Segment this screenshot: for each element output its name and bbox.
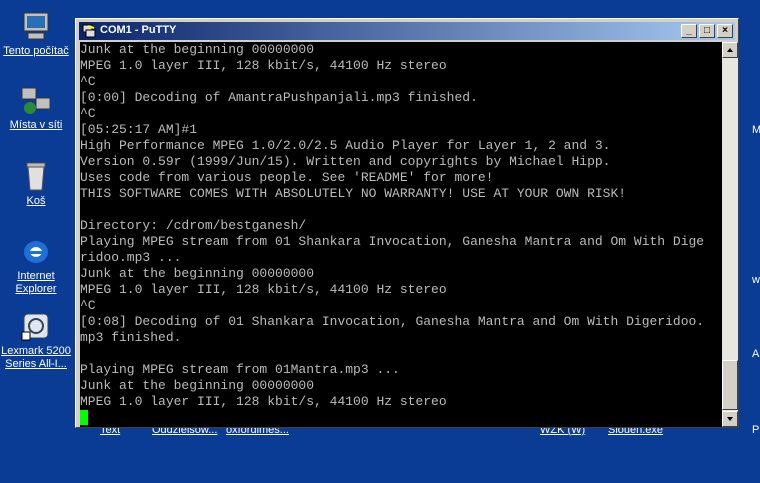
desktop-edge-label: P — [752, 424, 760, 436]
terminal-line: Directory: /cdrom/bestganesh/ — [80, 218, 307, 233]
desktop-icon-label: Lexmark 5200 Series All-I... — [1, 345, 71, 370]
putty-window[interactable]: COM1 - PuTTY _ □ × Junk at the beginning… — [75, 18, 739, 428]
terminal-area[interactable]: Junk at the beginning 00000000 MPEG 1.0 l… — [80, 42, 722, 427]
desktop-icon-label: Tento počítač — [3, 45, 69, 57]
internet-explorer-icon — [20, 235, 52, 267]
terminal-line: mp3 finished. — [80, 330, 182, 345]
terminal-line: MPEG 1.0 layer III, 128 kbit/s, 44100 Hz… — [80, 394, 447, 409]
terminal-line: Uses code from various people. See 'READ… — [80, 170, 494, 185]
terminal-line: Junk at the beginning 00000000 — [80, 42, 315, 57]
printer-shortcut-icon — [20, 310, 52, 342]
desktop-icon-label: Internet Explorer — [15, 270, 57, 295]
desktop-edge-label: A — [752, 348, 760, 360]
terminal-line: [0:08] Decoding of 01 Shankara Invocatio… — [80, 314, 705, 329]
terminal-line: MPEG 1.0 layer III, 128 kbit/s, 44100 Hz… — [80, 58, 447, 73]
terminal-cursor — [80, 410, 88, 425]
desktop-icon-internet-explorer[interactable]: Internet Explorer — [0, 235, 72, 296]
desktop-icon-network-places[interactable]: Místa v síti — [0, 84, 72, 132]
terminal-line: Version 0.59r (1999/Jun/15). Written and… — [80, 154, 611, 169]
computer-icon — [20, 10, 52, 42]
down-arrow-icon — [727, 417, 733, 421]
terminal-line: Junk at the beginning 00000000 — [80, 266, 315, 281]
desktop-edge-label: w — [752, 274, 760, 286]
terminal-line: High Performance MPEG 1.0/2.0/2.5 Audio … — [80, 138, 611, 153]
minimize-button[interactable]: _ — [681, 24, 697, 38]
terminal-line: ^C — [80, 298, 96, 313]
terminal-line: THIS SOFTWARE COMES WITH ABSOLUTELY NO W… — [80, 186, 627, 201]
network-places-icon — [20, 84, 52, 116]
window-title: COM1 - PuTTY — [100, 24, 177, 36]
terminal-line: ridoo.mp3 ... — [80, 250, 182, 265]
title-bar[interactable]: COM1 - PuTTY _ □ × — [79, 22, 735, 40]
terminal-line: [05:25:17 AM]#1 — [80, 122, 198, 137]
maximize-button[interactable]: □ — [699, 24, 715, 38]
desktop-icon-label: Koš — [26, 195, 46, 207]
putty-app-icon — [82, 24, 96, 38]
terminal-line: Playing MPEG stream from 01 Shankara Inv… — [80, 234, 705, 249]
recycle-bin-icon — [20, 160, 52, 192]
terminal-line: [0:00] Decoding of AmantraPushpanjali.mp… — [80, 90, 478, 105]
vertical-scrollbar[interactable] — [722, 42, 738, 427]
desktop-icon-recycle-bin[interactable]: Koš — [0, 160, 72, 208]
terminal-prompt-line — [80, 410, 722, 426]
terminal-line: ^C — [80, 74, 96, 89]
up-arrow-icon — [727, 48, 733, 52]
close-button[interactable]: × — [717, 24, 733, 38]
desktop-icon-lexmark[interactable]: Lexmark 5200 Series All-I... — [0, 310, 72, 371]
scroll-up-button[interactable] — [722, 42, 738, 58]
terminal-line: Junk at the beginning 00000000 — [80, 378, 315, 393]
scroll-down-button[interactable] — [722, 411, 738, 427]
desktop-icon-my-computer[interactable]: Tento počítač — [0, 10, 72, 58]
terminal-line: ^C — [80, 106, 96, 121]
desktop-icon-label: Místa v síti — [9, 119, 63, 131]
desktop-edge-label: M — [752, 124, 760, 136]
terminal-line: MPEG 1.0 layer III, 128 kbit/s, 44100 Hz… — [80, 282, 447, 297]
scroll-thumb[interactable] — [722, 360, 738, 410]
terminal-line: Playing MPEG stream from 01Mantra.mp3 ..… — [80, 362, 400, 377]
